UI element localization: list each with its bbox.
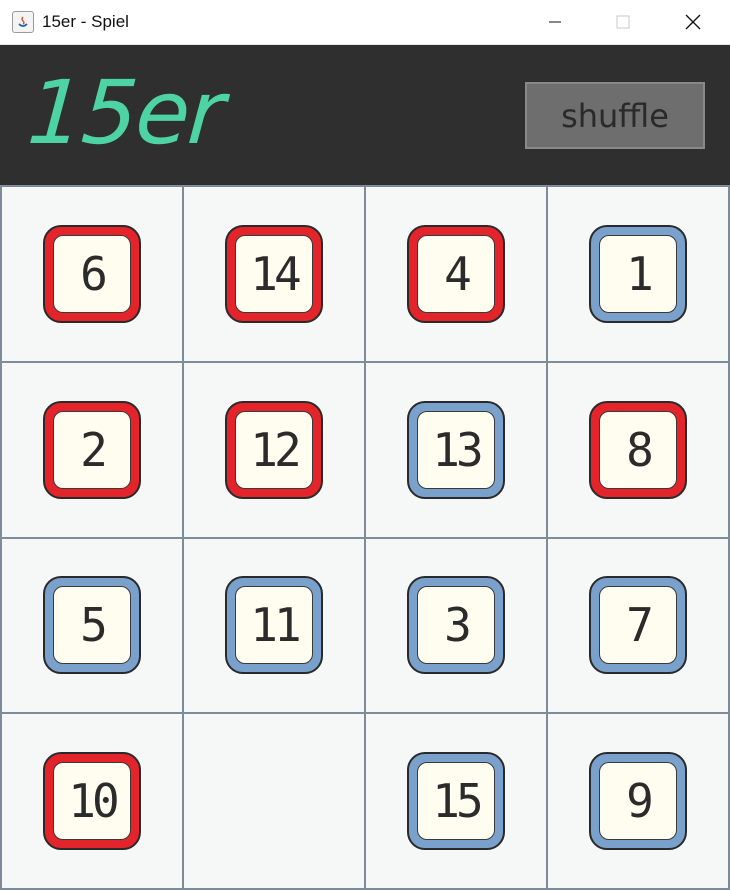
tile-number: 8	[599, 410, 677, 489]
tile-number: 2	[53, 410, 131, 489]
tile-number: 11	[235, 586, 313, 665]
empty-cell[interactable]	[183, 713, 365, 889]
tile-number: 5	[53, 586, 131, 665]
tile-10[interactable]: 10	[43, 752, 141, 851]
tile-number: 12	[235, 410, 313, 489]
close-button[interactable]	[670, 0, 716, 44]
tile-number: 9	[599, 762, 677, 841]
maximize-icon	[616, 15, 630, 29]
tile-14[interactable]: 14	[225, 224, 323, 323]
board-cell[interactable]: 1	[547, 186, 729, 362]
tile-number: 1	[599, 234, 677, 313]
board-cell[interactable]: 14	[183, 186, 365, 362]
app-window: 15er - Spiel 15er shuffle 6 14 4 1 2 12 13 8 5 11…	[0, 0, 730, 890]
tile-number: 10	[53, 762, 131, 841]
tile-7[interactable]: 7	[589, 576, 687, 675]
board-cell[interactable]: 2	[1, 361, 183, 538]
board-cell[interactable]: 12	[183, 361, 365, 538]
tile-13[interactable]: 13	[407, 400, 505, 499]
tile-9[interactable]: 9	[589, 752, 687, 851]
tile-number: 13	[417, 410, 495, 489]
tile-2[interactable]: 2	[43, 400, 141, 499]
tile-number: 3	[417, 586, 495, 665]
board-cell[interactable]: 8	[547, 361, 729, 538]
maximize-button[interactable]	[600, 0, 646, 44]
tile-4[interactable]: 4	[407, 224, 505, 323]
close-icon	[685, 14, 701, 30]
board-cell[interactable]: 10	[1, 713, 183, 889]
tile-number: 6	[53, 234, 131, 313]
tile-1[interactable]: 1	[589, 224, 687, 323]
board-cell[interactable]: 6	[1, 186, 183, 362]
tile-number: 14	[235, 234, 313, 313]
board-cell[interactable]: 13	[365, 361, 547, 538]
tile-3[interactable]: 3	[407, 576, 505, 675]
shuffle-button[interactable]: shuffle	[525, 82, 705, 149]
board-cell[interactable]: 15	[365, 713, 547, 889]
puzzle-board: 6 14 4 1 2 12 13 8 5 11 3 7 10 15 9	[0, 185, 730, 890]
tile-11[interactable]: 11	[225, 576, 323, 675]
board-cell[interactable]: 11	[183, 537, 365, 714]
board-cell[interactable]: 3	[365, 537, 547, 714]
board-cell[interactable]: 4	[365, 186, 547, 362]
tile-8[interactable]: 8	[589, 400, 687, 499]
tile-5[interactable]: 5	[43, 576, 141, 675]
java-app-icon	[12, 11, 34, 33]
minimize-button[interactable]	[532, 0, 578, 44]
tile-number: 4	[417, 234, 495, 313]
tile-number: 15	[417, 762, 495, 841]
tile-12[interactable]: 12	[225, 400, 323, 499]
tile-6[interactable]: 6	[43, 224, 141, 323]
window-title: 15er - Spiel	[42, 12, 129, 31]
game-logo: 15er	[24, 61, 226, 164]
tile-number: 7	[599, 586, 677, 665]
board-cell[interactable]: 5	[1, 537, 183, 714]
minimize-icon	[549, 21, 561, 23]
tile-15[interactable]: 15	[407, 752, 505, 851]
board-cell[interactable]: 9	[547, 713, 729, 889]
title-bar: 15er - Spiel	[0, 0, 730, 45]
board-cell[interactable]: 7	[547, 537, 729, 714]
game-header: 15er shuffle	[0, 45, 730, 185]
